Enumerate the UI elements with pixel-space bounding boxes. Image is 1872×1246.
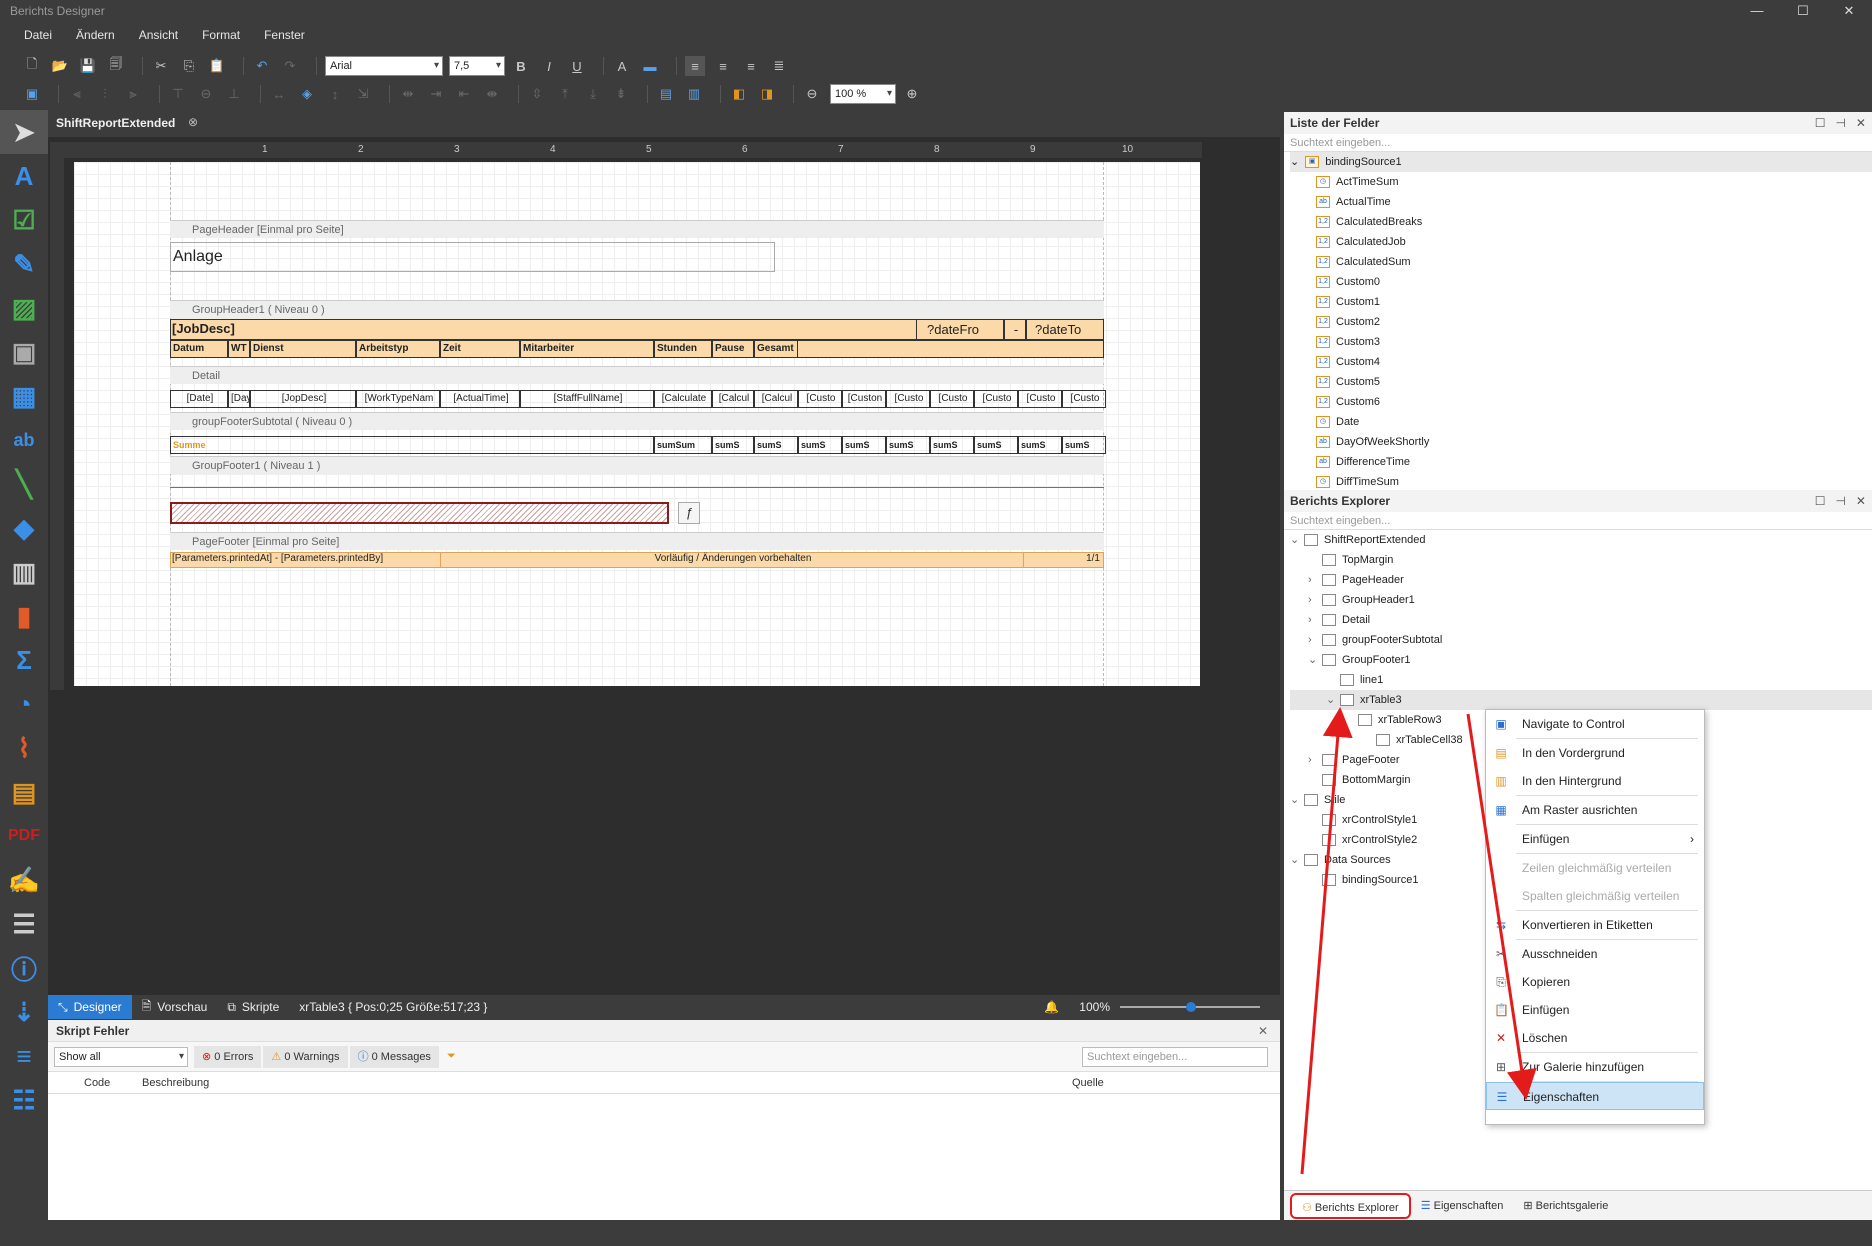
arrow-to-eigenschaften xyxy=(1466,713,1537,1100)
annotation-arrows xyxy=(1300,707,1537,1175)
arrow-to-xrtable3 xyxy=(1300,707,1353,1175)
